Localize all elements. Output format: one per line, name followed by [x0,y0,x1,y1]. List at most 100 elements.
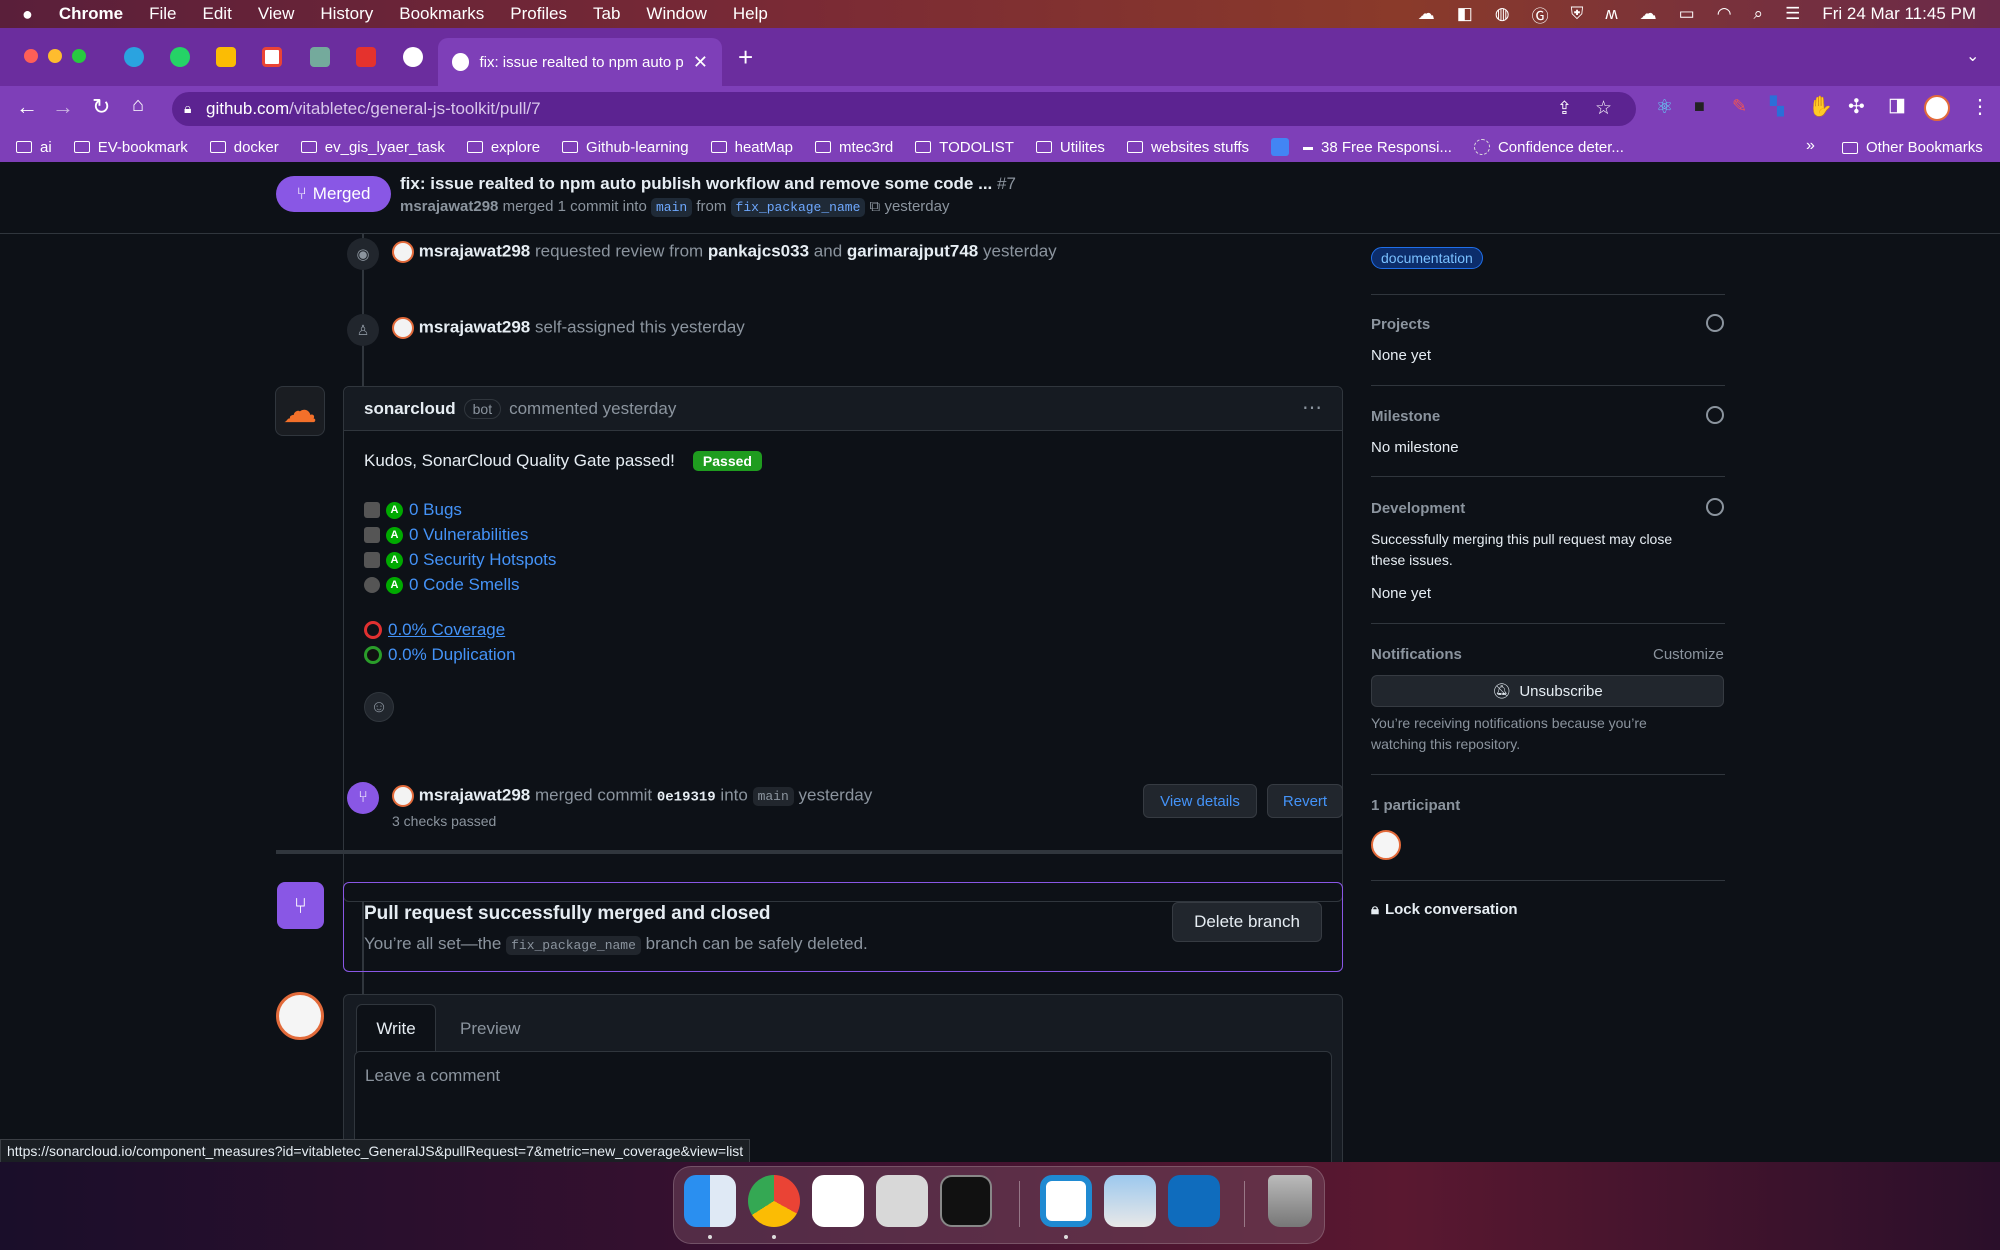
outlook-icon[interactable] [1168,1175,1220,1227]
bookmark-folder[interactable]: heatMap [710,139,793,156]
extensions-puzzle-icon[interactable]: ✣ [1848,94,1865,119]
profile-avatar[interactable] [1924,95,1950,121]
user-avatar[interactable] [392,785,414,807]
bookmark-folder[interactable]: mtec3rd [814,139,893,156]
comment-author[interactable]: sonarcloud [364,399,456,419]
menu-bookmarks[interactable]: Bookmarks [399,4,484,24]
user-avatar[interactable] [392,241,414,263]
trash-icon[interactable] [1268,1175,1312,1227]
app-status-icon[interactable]: ◧ [1457,4,1473,24]
pinned-tab-telegram-icon[interactable] [124,47,144,67]
base-branch[interactable]: main [752,787,794,807]
pinned-tab-keep-icon[interactable] [216,47,236,67]
event-user[interactable]: msrajawat298 [419,785,531,804]
user-avatar[interactable] [392,317,414,339]
bookmark-folder[interactable]: ai [16,139,52,156]
menu-profiles[interactable]: Profiles [510,4,567,24]
coverage-link[interactable]: 0.0% Coverage [388,620,505,640]
projects-gear-icon[interactable] [1706,314,1724,332]
event-user[interactable]: msrajawat298 [419,317,531,336]
bookmark-google-translate[interactable] [1271,138,1290,156]
bookmark-star-icon[interactable]: ☆ [1595,97,1612,120]
tab-preview[interactable]: Preview [460,1019,520,1039]
terminal-icon[interactable] [940,1175,992,1227]
extension-react-icon[interactable]: ⚛ [1656,96,1673,119]
pinned-tab-github-icon[interactable] [403,47,423,67]
menu-window[interactable]: Window [646,4,706,24]
forward-icon[interactable]: → [52,94,74,120]
more-options-icon[interactable]: ⋯ [1302,395,1322,420]
commit-sha[interactable]: 0e19319 [657,789,716,805]
view-details-button[interactable]: View details [1143,784,1257,818]
metric-link[interactable]: 0 Vulnerabilities [409,525,528,545]
menu-help[interactable]: Help [733,4,768,24]
bookmark-folder[interactable]: explore [466,139,540,156]
head-branch[interactable]: fix_package_name [730,198,866,217]
add-reaction-button[interactable]: ☺ [364,692,394,722]
bookmarks-overflow-button[interactable]: » [1806,137,1815,155]
projects-title[interactable]: Projects [1371,316,1430,333]
extension-stop-icon[interactable]: ✋ [1808,94,1833,119]
battery-icon[interactable]: ▭ [1679,4,1695,24]
slack-icon[interactable] [812,1175,864,1227]
chrome-icon[interactable] [748,1175,800,1227]
spotlight-search-icon[interactable]: ⌕ [1754,4,1764,24]
cloud-sync-icon[interactable]: ☁ [1640,4,1657,24]
menu-tab[interactable]: Tab [593,4,620,24]
bookmark-folder[interactable]: EV-bookmark [73,139,188,156]
menu-history[interactable]: History [320,4,373,24]
metric-link[interactable]: 0 Bugs [409,500,462,520]
base-branch[interactable]: main [650,198,693,217]
pinned-tab-red-icon[interactable] [356,47,376,67]
head-branch[interactable]: fix_package_name [506,936,641,955]
bookmark-folder[interactable]: Utilites [1035,139,1105,156]
launchpad-icon[interactable] [876,1175,928,1227]
other-bookmarks-folder[interactable]: Other Bookmarks [1842,139,1983,156]
zoom-window-button[interactable] [72,49,86,63]
pinned-tab-whatsapp-icon[interactable] [170,47,190,67]
extension-camera-icon[interactable]: ■ [1694,96,1705,117]
sidebar-panel-icon[interactable]: ◨ [1888,94,1906,117]
menu-edit[interactable]: Edit [203,4,232,24]
delete-branch-button[interactable]: Delete branch [1172,902,1322,942]
checks-passed[interactable]: 3 checks passed [392,813,496,829]
tab-list-chevron-icon[interactable]: ⌄ [1966,46,1979,66]
bookmark-link[interactable]: ▬ 38 Free Responsi... [1303,139,1452,156]
menu-file[interactable]: File [149,4,176,24]
customize-link[interactable]: Customize [1653,646,1724,663]
globe-icon[interactable]: ◍ [1495,4,1510,24]
participant-avatar[interactable] [1371,830,1401,860]
label-documentation[interactable]: documentation [1371,247,1483,269]
close-tab-icon[interactable]: ✕ [693,52,708,73]
bookmark-folder[interactable]: ev_gis_lyaer_task [300,139,445,156]
milestone-gear-icon[interactable] [1706,406,1724,424]
new-tab-button[interactable]: + [738,42,753,73]
preview-icon[interactable] [1104,1175,1156,1227]
copy-icon[interactable]: ⧉ [870,198,881,215]
address-bar[interactable]: 🔒︎ github.com/vitabletec/general-js-tool… [172,92,1636,126]
sonarcloud-avatar[interactable]: ☁ [275,386,325,436]
reviewer-1[interactable]: pankajcs033 [708,241,809,260]
pinned-tab-chatgpt-icon[interactable] [310,47,330,67]
menubar-clock[interactable]: Fri 24 Mar 11:45 PM [1822,4,1976,24]
bookmark-folder[interactable]: Github-learning [562,139,689,156]
menu-view[interactable]: View [258,4,295,24]
bookmark-folder[interactable]: docker [209,139,279,156]
revert-button[interactable]: Revert [1267,784,1343,818]
pinned-tab-gmail-icon[interactable] [262,47,282,67]
close-window-button[interactable] [24,49,38,63]
bookmark-folder[interactable]: TODOLIST [915,139,1014,156]
finder-icon[interactable] [684,1175,736,1227]
metric-link[interactable]: 0 Security Hotspots [409,550,556,570]
lock-conversation-link[interactable]: 🔒︎ Lock conversation [1371,901,1518,918]
apple-icon[interactable]: ● [22,4,33,25]
milestone-title[interactable]: Milestone [1371,408,1440,425]
grammarly-icon[interactable]: Ⓖ [1532,2,1549,27]
development-gear-icon[interactable] [1706,498,1724,516]
back-icon[interactable]: ← [16,94,38,120]
development-title[interactable]: Development [1371,500,1465,517]
extension-board-icon[interactable]: ▚ [1770,96,1784,117]
bookmark-link[interactable]: Confidence deter... [1473,139,1624,156]
bookmark-folder[interactable]: websites stuffs [1126,139,1249,156]
metric-link[interactable]: 0 Code Smells [409,575,520,595]
